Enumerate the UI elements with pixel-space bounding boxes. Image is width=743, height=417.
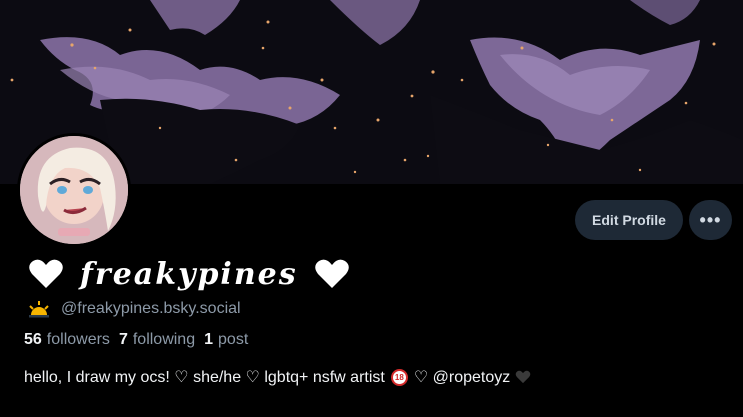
posts-label: post [218, 331, 249, 348]
posts-count-group: 1 post [204, 331, 248, 349]
no-under-18-icon: 18 [390, 368, 408, 386]
posts-count: 1 [204, 331, 214, 348]
display-name-row: freakypines [28, 254, 350, 294]
followers-link[interactable]: 56 followers [24, 331, 110, 349]
white-heart-icon [29, 259, 63, 288]
bio-text: hello, I draw my ocs! ♡ she/he ♡ lgbtq+ … [24, 369, 385, 386]
edit-profile-button[interactable]: Edit Profile [575, 200, 683, 240]
white-heart-icon [314, 259, 349, 288]
following-label: following [132, 331, 196, 348]
profile-handle[interactable]: @freakypines.bsky.social [61, 300, 241, 318]
followers-count: 56 [24, 331, 42, 348]
profile-stats: 56 followers 7 following 1 post [24, 331, 257, 349]
bio-mention-text[interactable]: ♡ @ropetoyz [414, 367, 510, 387]
following-count: 7 [118, 331, 128, 348]
black-heart-icon [515, 370, 531, 384]
profile-bio: hello, I draw my ocs! ♡ she/he ♡ lgbtq+ … [24, 367, 531, 387]
avatar[interactable] [17, 133, 131, 247]
followers-label: followers [46, 331, 110, 348]
sunrise-icon [29, 301, 49, 318]
following-link[interactable]: 7 following [119, 331, 195, 349]
display-name: freakypines [80, 256, 298, 292]
handle-row: @freakypines.bsky.social [27, 298, 241, 320]
ellipsis-icon: ••• [699, 210, 722, 230]
more-options-button[interactable]: ••• [689, 200, 732, 240]
avatar-image [20, 136, 128, 244]
